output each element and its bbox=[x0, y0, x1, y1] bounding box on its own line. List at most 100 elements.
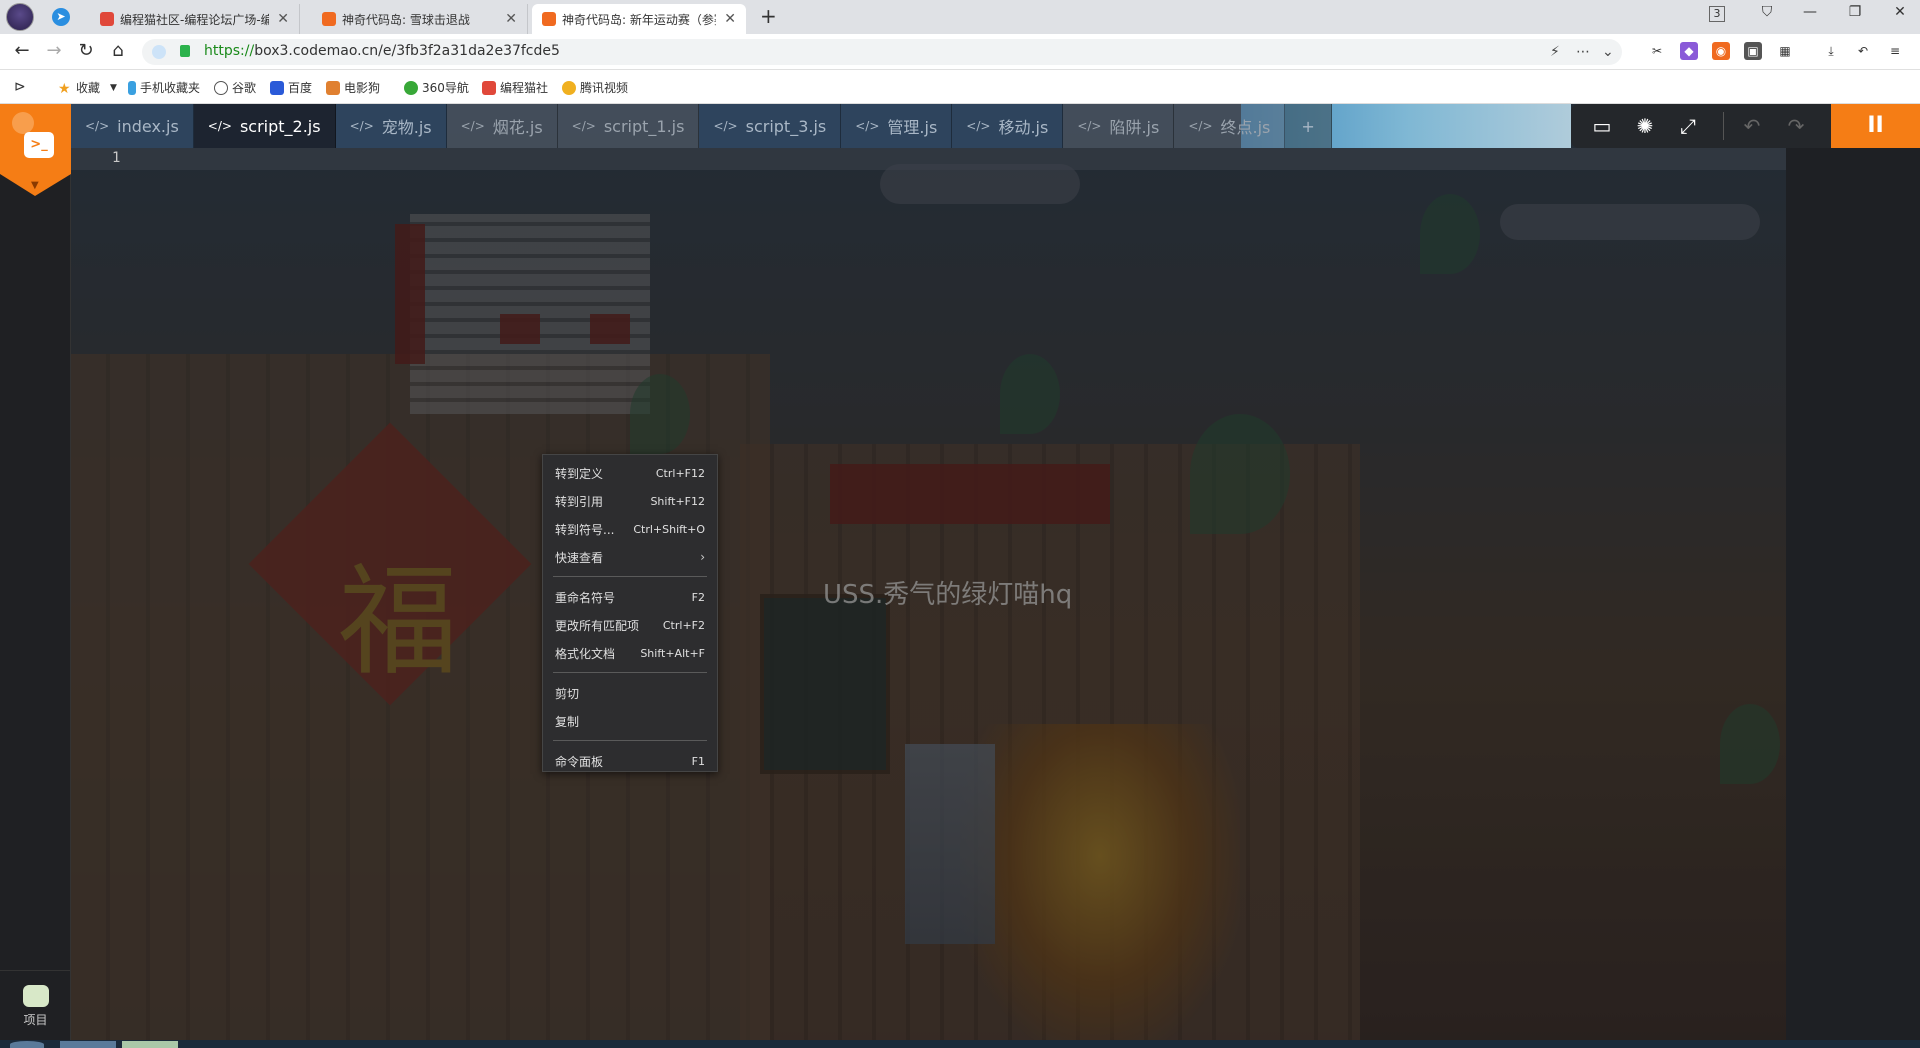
menu-item-go-to-symbol[interactable]: 转到符号... Ctrl+Shift+O bbox=[543, 515, 717, 543]
code-tab-trap[interactable]: </> 陷阱.js bbox=[1063, 104, 1175, 148]
minimap-area[interactable] bbox=[1786, 148, 1920, 1048]
baidu-icon bbox=[270, 80, 284, 95]
menu-item-command-palette[interactable]: 命令面板 F1 bbox=[543, 747, 717, 775]
project-icon bbox=[22, 985, 49, 1007]
url-field[interactable]: https://box3.codemao.cn/e/3fb3f2a31da2e3… bbox=[142, 39, 1622, 65]
chevron-down-icon[interactable]: ⌄ bbox=[1602, 44, 1614, 60]
apps-grid-icon[interactable]: ▦ bbox=[1776, 42, 1794, 60]
redo-icon[interactable]: ↷ bbox=[1783, 113, 1809, 139]
code-tab-move[interactable]: </> 移动.js bbox=[952, 104, 1064, 148]
menu-item-peek[interactable]: 快速查看 › bbox=[543, 543, 717, 571]
close-icon[interactable]: ✕ bbox=[505, 11, 517, 27]
browser-tab-snowball[interactable]: 神奇代码岛: 雪球击退战 ✕ bbox=[312, 4, 528, 34]
debug-bug-icon[interactable]: ✺ bbox=[1632, 113, 1658, 139]
project-button[interactable]: 项目 bbox=[0, 970, 71, 1048]
menu-item-rename-symbol[interactable]: 重命名符号 F2 bbox=[543, 583, 717, 611]
play-icon bbox=[562, 80, 576, 95]
code-tab-script-1[interactable]: </> script_1.js bbox=[557, 104, 700, 148]
box3-favicon-icon bbox=[542, 12, 556, 26]
restore-button[interactable]: ❐ bbox=[1840, 4, 1870, 20]
telegram-icon[interactable]: ➤ bbox=[52, 8, 70, 26]
menu-divider bbox=[553, 576, 707, 577]
add-code-tab-button[interactable]: + bbox=[1285, 104, 1332, 148]
code-tab-script-3[interactable]: </> script_3.js bbox=[699, 104, 842, 148]
bookmark-360[interactable]: 360导航 bbox=[404, 79, 469, 96]
download-icon[interactable]: ⤓ bbox=[1822, 42, 1840, 60]
more-icon[interactable]: ⋯ bbox=[1576, 44, 1590, 60]
code-tab-fireworks[interactable]: </> 烟花.js bbox=[446, 104, 558, 148]
current-line-highlight[interactable] bbox=[71, 148, 1786, 170]
minimize-button[interactable]: — bbox=[1795, 4, 1825, 20]
forward-button[interactable]: → bbox=[42, 40, 66, 61]
nav360-icon bbox=[404, 80, 418, 95]
browser-tab-newyear[interactable]: 神奇代码岛: 新年运动赛（参赛 ✕ bbox=[532, 4, 746, 34]
code-tab-finish[interactable]: </> 终点.js bbox=[1174, 104, 1286, 148]
bookmark-favorites[interactable]: ★ 收藏 ▼ bbox=[58, 79, 117, 97]
shield-icon bbox=[152, 45, 166, 59]
tab-count-badge[interactable]: 3 bbox=[1709, 6, 1725, 22]
chevron-down-icon[interactable]: ▼ bbox=[31, 180, 39, 191]
close-icon[interactable]: ✕ bbox=[277, 11, 289, 27]
menu-item-change-all-occurrences[interactable]: 更改所有匹配项 Ctrl+F2 bbox=[543, 611, 717, 639]
comment-icon[interactable]: ▭ bbox=[1589, 113, 1615, 139]
os-taskbar bbox=[0, 1040, 1920, 1048]
home-button[interactable]: ⌂ bbox=[106, 40, 130, 61]
profile-avatar[interactable] bbox=[6, 3, 34, 31]
script-panel-button[interactable]: >_ bbox=[0, 104, 71, 174]
menu-item-go-to-references[interactable]: 转到引用 Shift+F12 bbox=[543, 487, 717, 515]
menu-icon[interactable]: ≡ bbox=[1886, 42, 1904, 60]
menu-divider bbox=[553, 740, 707, 741]
shirt-icon[interactable]: ⛉ bbox=[1752, 4, 1782, 20]
bookmarks-bar: ⊳ ★ 收藏 ▼ 手机收藏夹 谷歌 百度 电影狗 360导航 编程猫社 腾讯视频 bbox=[0, 70, 1920, 104]
menu-item-cut[interactable]: 剪切 bbox=[543, 679, 717, 707]
close-window-button[interactable]: ✕ bbox=[1885, 4, 1915, 20]
gamepad-icon[interactable]: ◉ bbox=[1712, 42, 1730, 60]
bookmark-baidu[interactable]: 百度 bbox=[270, 79, 312, 96]
pause-button[interactable]: II bbox=[1831, 104, 1920, 148]
back-button[interactable]: ← bbox=[10, 40, 34, 61]
chevron-right-icon: › bbox=[700, 550, 705, 564]
browser-tab-title: 神奇代码岛: 雪球击退战 bbox=[342, 12, 470, 27]
new-tab-button[interactable]: + bbox=[760, 4, 777, 28]
context-menu: 转到定义 Ctrl+F12 转到引用 Shift+F12 转到符号... Ctrl+S… bbox=[542, 454, 718, 772]
bookmark-mobile[interactable]: 手机收藏夹 bbox=[128, 79, 200, 96]
window-icon[interactable]: ▣ bbox=[1744, 42, 1762, 60]
scissors-icon[interactable]: ✂ bbox=[1648, 42, 1666, 60]
reload-button[interactable]: ↻ bbox=[74, 40, 98, 61]
url-text: https://box3.codemao.cn/e/3fb3f2a31da2e3… bbox=[204, 43, 560, 59]
chevron-down-icon: ▼ bbox=[110, 82, 117, 93]
bookmark-codemao[interactable]: 编程猫社 bbox=[482, 79, 548, 96]
watermark-text: USS.秀气的绿灯喵hq bbox=[823, 580, 1073, 610]
code-tab-manage[interactable]: </> 管理.js bbox=[841, 104, 953, 148]
taskbar-app[interactable] bbox=[60, 1041, 116, 1048]
phone-icon bbox=[128, 80, 136, 95]
movie-icon bbox=[326, 80, 340, 95]
bookmark-movie[interactable]: 电影狗 bbox=[326, 79, 380, 96]
bookmark-google[interactable]: 谷歌 bbox=[214, 79, 256, 96]
code-icon: </> bbox=[713, 119, 738, 133]
editor-toolbar: ▭ ✺ ⤢ ↶ ↷ bbox=[1571, 104, 1831, 148]
code-icon: </> bbox=[571, 119, 596, 133]
code-icon: </> bbox=[460, 119, 485, 133]
extension-icon[interactable]: ◆ bbox=[1680, 42, 1698, 60]
menu-item-format-document[interactable]: 格式化文档 Shift+Alt+F bbox=[543, 639, 717, 667]
lightning-icon[interactable]: ⚡ bbox=[1550, 44, 1560, 60]
bookmark-tencent-video[interactable]: 腾讯视频 bbox=[562, 79, 628, 96]
menu-item-go-to-definition[interactable]: 转到定义 Ctrl+F12 bbox=[543, 459, 717, 487]
expand-icon[interactable]: ⤢ bbox=[1675, 113, 1701, 139]
code-tab-index[interactable]: </> index.js bbox=[71, 104, 194, 148]
code-tab-script-2[interactable]: </> script_2.js bbox=[193, 104, 336, 148]
undo-icon[interactable]: ↶ bbox=[1854, 42, 1872, 60]
toolbar-divider bbox=[1723, 112, 1724, 140]
taskbar-app[interactable] bbox=[122, 1041, 178, 1048]
sidebar-toggle-icon[interactable]: ⊳ bbox=[14, 79, 26, 95]
line-number: 1 bbox=[112, 150, 121, 166]
start-button[interactable] bbox=[10, 1041, 44, 1048]
code-tab-pet[interactable]: </> 宠物.js bbox=[335, 104, 447, 148]
browser-tab-forum[interactable]: 编程猫社区-编程论坛广场-编程 ✕ bbox=[90, 4, 300, 34]
menu-item-copy[interactable]: 复制 bbox=[543, 707, 717, 735]
menu-divider bbox=[553, 672, 707, 673]
codemao-icon bbox=[482, 80, 496, 95]
undo-icon[interactable]: ↶ bbox=[1739, 113, 1765, 139]
close-icon[interactable]: ✕ bbox=[724, 11, 736, 27]
